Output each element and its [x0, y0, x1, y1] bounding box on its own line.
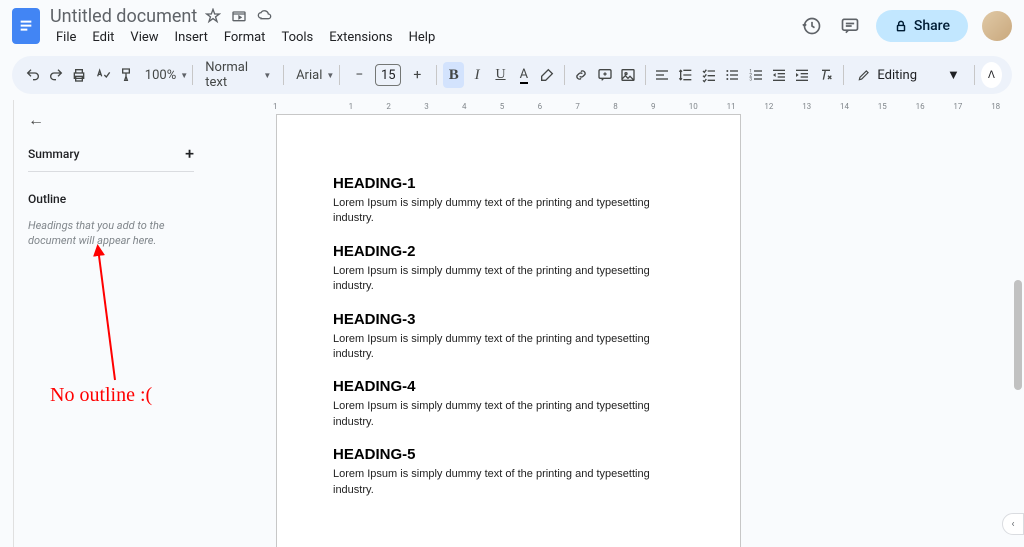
separator	[564, 65, 565, 85]
side-panel-toggle[interactable]: ‹	[1002, 513, 1024, 535]
doc-body-text[interactable]: Lorem Ipsum is simply dummy text of the …	[333, 196, 684, 227]
document-page[interactable]: HEADING-1 Lorem Ipsum is simply dummy tex…	[276, 114, 741, 547]
doc-body-text[interactable]: Lorem Ipsum is simply dummy text of the …	[333, 264, 684, 295]
outline-label: Outline	[28, 192, 194, 206]
separator	[645, 65, 646, 85]
menu-extensions[interactable]: Extensions	[323, 28, 398, 47]
close-outline-button[interactable]: ←	[28, 110, 194, 130]
editing-mode-dropdown[interactable]: Editing ▼	[849, 67, 968, 83]
pencil-icon	[857, 68, 871, 82]
bulleted-list-button[interactable]	[722, 62, 743, 88]
increase-indent-button[interactable]	[792, 62, 813, 88]
toolbar: 100%▼ Normal text▼ Arial▼ − 15 + B I U A…	[12, 56, 1012, 94]
summary-label: Summary	[28, 147, 80, 161]
numbered-list-button[interactable]: 123	[745, 62, 766, 88]
caret-down-icon: ▼	[180, 71, 188, 80]
document-title[interactable]: Untitled document	[50, 6, 197, 27]
text-color-button[interactable]: A	[513, 62, 534, 88]
menu-insert[interactable]: Insert	[169, 28, 214, 47]
insert-link-button[interactable]	[571, 62, 592, 88]
caret-down-icon: ▼	[947, 67, 960, 83]
clear-formatting-button[interactable]	[815, 62, 836, 88]
doc-heading[interactable]: HEADING-2	[333, 243, 684, 260]
doc-heading[interactable]: HEADING-1	[333, 175, 684, 192]
menu-edit[interactable]: Edit	[86, 28, 120, 47]
caret-down-icon: ▼	[263, 71, 271, 80]
decrease-indent-button[interactable]	[768, 62, 789, 88]
star-icon[interactable]	[205, 8, 221, 24]
spellcheck-button[interactable]	[92, 62, 113, 88]
align-button[interactable]	[652, 62, 673, 88]
scrollbar[interactable]	[1014, 100, 1022, 480]
menu-tools[interactable]: Tools	[275, 28, 319, 47]
lock-icon	[894, 19, 908, 33]
font-size-increase[interactable]: +	[404, 62, 430, 88]
font-size-decrease[interactable]: −	[346, 62, 372, 88]
checklist-button[interactable]	[698, 62, 719, 88]
caret-down-icon: ▼	[326, 71, 334, 80]
cloud-status-icon[interactable]	[257, 8, 273, 24]
doc-heading[interactable]: HEADING-4	[333, 378, 684, 395]
menu-help[interactable]: Help	[403, 28, 442, 47]
outline-sidebar: ← Summary + Outline Headings that you ad…	[14, 100, 208, 547]
doc-body-text[interactable]: Lorem Ipsum is simply dummy text of the …	[333, 399, 684, 430]
history-icon[interactable]	[800, 14, 824, 38]
outline-placeholder: Headings that you add to the document wi…	[28, 218, 194, 249]
doc-body-text[interactable]: Lorem Ipsum is simply dummy text of the …	[333, 332, 684, 363]
insert-image-button[interactable]	[617, 62, 638, 88]
menu-bar: File Edit View Insert Format Tools Exten…	[50, 28, 800, 47]
share-label: Share	[914, 18, 950, 34]
horizontal-ruler[interactable]: 112345678910111213141516171819	[208, 100, 1024, 114]
separator	[192, 65, 193, 85]
font-size-input[interactable]: 15	[375, 64, 401, 86]
user-avatar[interactable]	[982, 11, 1012, 41]
redo-button[interactable]	[45, 62, 66, 88]
scrollbar-thumb[interactable]	[1014, 280, 1022, 390]
doc-heading[interactable]: HEADING-5	[333, 446, 684, 463]
share-button[interactable]: Share	[876, 10, 968, 42]
font-dropdown[interactable]: Arial▼	[290, 62, 333, 88]
separator	[843, 65, 844, 85]
highlight-color-button[interactable]	[537, 62, 558, 88]
line-spacing-button[interactable]	[675, 62, 696, 88]
collapse-toolbar-button[interactable]: ᐱ	[981, 62, 1002, 88]
menu-format[interactable]: Format	[218, 28, 272, 47]
bold-button[interactable]: B	[443, 62, 464, 88]
separator	[339, 65, 340, 85]
docs-logo-icon[interactable]	[12, 8, 40, 44]
format-paint-button[interactable]	[115, 62, 136, 88]
paragraph-style-dropdown[interactable]: Normal text▼	[199, 62, 277, 88]
move-icon[interactable]	[231, 8, 247, 24]
vertical-ruler	[0, 100, 14, 547]
menu-file[interactable]: File	[50, 28, 82, 47]
comment-icon[interactable]	[838, 14, 862, 38]
add-summary-button[interactable]: +	[185, 144, 194, 163]
undo-button[interactable]	[22, 62, 43, 88]
doc-body-text[interactable]: Lorem Ipsum is simply dummy text of the …	[333, 467, 684, 498]
zoom-dropdown[interactable]: 100%▼	[139, 62, 187, 88]
svg-text:3: 3	[749, 76, 752, 82]
separator	[436, 65, 437, 85]
add-comment-button[interactable]	[594, 62, 615, 88]
separator	[283, 65, 284, 85]
menu-view[interactable]: View	[124, 28, 164, 47]
separator	[974, 65, 975, 85]
italic-button[interactable]: I	[466, 62, 487, 88]
doc-heading[interactable]: HEADING-3	[333, 311, 684, 328]
print-button[interactable]	[69, 62, 90, 88]
underline-button[interactable]: U	[490, 62, 511, 88]
